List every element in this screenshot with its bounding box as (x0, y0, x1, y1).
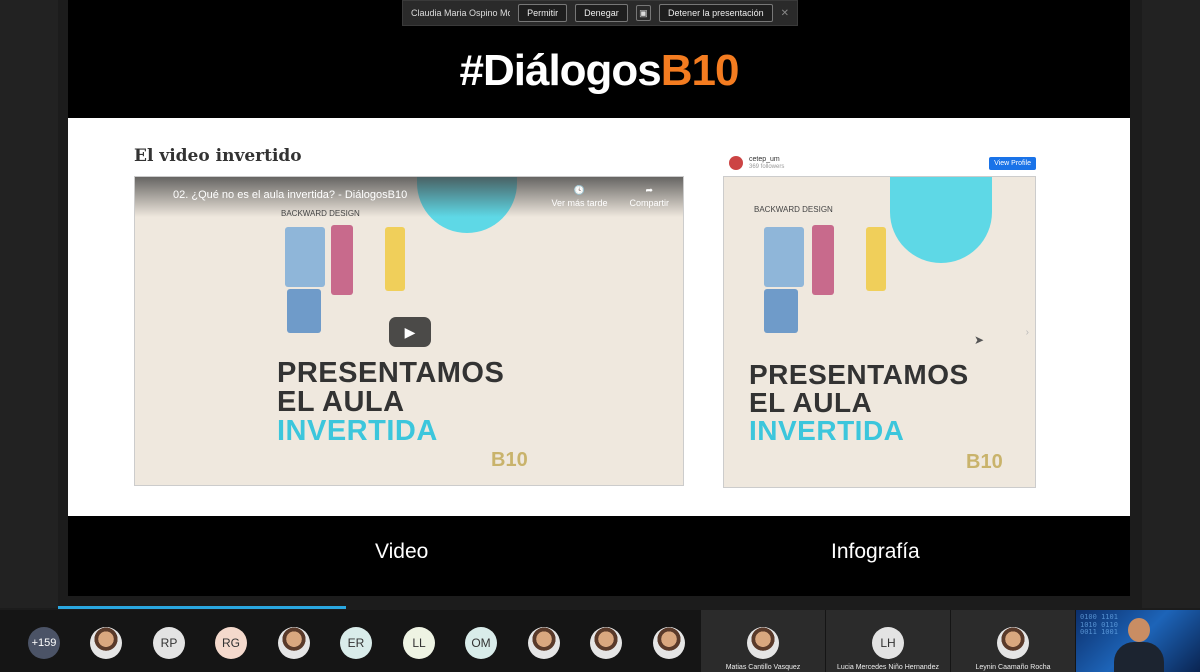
illustration-figure (331, 225, 353, 295)
share-screen-icon[interactable]: ▣ (635, 5, 652, 21)
section-heading: El video invertido (134, 146, 302, 166)
account-followers: 369 followers (749, 163, 785, 170)
share-toolbar: Claudia Maria Ospino Mo... Permitir Dene… (402, 0, 798, 26)
next-arrow-icon[interactable]: › (1026, 327, 1029, 338)
participant-avatar[interactable] (590, 627, 622, 659)
more-participants-badge[interactable]: +159 (28, 627, 60, 659)
infographic-headline: PRESENTAMOS EL AULA INVERTIDA (749, 361, 969, 445)
right-gutter (1142, 0, 1200, 608)
brand-title: #DiálogosB10 (68, 46, 1130, 96)
share-label: Compartir (629, 198, 669, 208)
headline-line-3: INVERTIDA (749, 415, 905, 446)
participant-name: Leynin Caamaño Rocha (975, 664, 1051, 671)
illustration-figure (285, 227, 325, 287)
headline-line-2: EL AULA (277, 386, 405, 418)
participant-avatar[interactable]: RP (153, 627, 185, 659)
participant-tile[interactable]: Matias Cantillo Vasquez (701, 610, 825, 672)
participant-avatar[interactable] (528, 627, 560, 659)
participant-avatar[interactable] (90, 627, 122, 659)
b10-logo: B10 (491, 449, 528, 471)
participant-name: Lucia Mercedes Niño Hernandez (837, 664, 939, 671)
video-player[interactable]: 02. ¿Qué no es el aula invertida? - Diál… (134, 176, 684, 486)
video-actions: 🕓 Ver más tarde ➦ Compartir (551, 185, 669, 208)
watch-later[interactable]: 🕓 Ver más tarde (551, 185, 607, 208)
video-kicker: BACKWARD DESIGN (281, 209, 360, 218)
share-arrow-icon: ➦ (645, 185, 654, 195)
mouse-cursor-icon: ➤ (974, 333, 985, 347)
headline-line-3: INVERTIDA (277, 415, 438, 447)
headline-line-2: EL AULA (749, 387, 873, 418)
participant-name: Matias Cantillo Vasquez (725, 664, 801, 671)
infographic-header: cetep_um 369 followers View Profile (723, 152, 1036, 174)
illustration-figure (287, 289, 321, 333)
play-button[interactable]: ▶ (389, 317, 431, 347)
infographic-kicker: BACKWARD DESIGN (754, 205, 833, 214)
illustration-figure (866, 227, 886, 291)
decor-circle (890, 177, 992, 263)
participant-avatar[interactable]: OM (465, 627, 497, 659)
account-avatar (729, 156, 743, 170)
video-title[interactable]: 02. ¿Qué no es el aula invertida? - Diál… (173, 189, 407, 201)
illustration-figure (764, 289, 798, 333)
brand-title-orange: B10 (660, 46, 740, 95)
caption-infographic: Infografía (831, 540, 920, 563)
camera-person-head (1128, 618, 1150, 642)
content-panel: El video invertido 02. ¿Qué no es el aul… (68, 118, 1130, 516)
share[interactable]: ➦ Compartir (629, 185, 669, 208)
play-icon: ▶ (404, 323, 416, 340)
caption-video: Video (375, 540, 429, 563)
account-info: cetep_um 369 followers (749, 156, 784, 170)
pin-icon[interactable]: ✕ (781, 8, 789, 19)
participant-avatar (747, 627, 779, 659)
meeting-stage: #DiálogosB10 Claudia Maria Ospino Mo... … (0, 0, 1200, 672)
view-profile-button[interactable]: View Profile (989, 156, 1036, 170)
camera-background: 0100 1101 1010 0110 0011 1001 (1080, 613, 1118, 637)
headline-line-1: PRESENTAMOS (277, 357, 505, 389)
participant-avatar[interactable] (278, 627, 310, 659)
account-name: cetep_um (749, 155, 780, 163)
allow-button[interactable]: Permitir (518, 4, 568, 22)
participant-avatar (997, 627, 1029, 659)
infographic-embed[interactable]: BACKWARD DESIGN ➤ › PRESENTAMOS EL AULA … (723, 176, 1036, 488)
headline-line-1: PRESENTAMOS (749, 359, 969, 390)
brand-title-white: #Diálogos (459, 46, 662, 95)
illustration-figure (812, 225, 834, 295)
participant-avatar[interactable]: ER (340, 627, 372, 659)
deny-button[interactable]: Denegar (575, 4, 628, 22)
clock-icon: 🕓 (573, 185, 586, 195)
participant-avatar[interactable] (653, 627, 685, 659)
presenter-name: Claudia Maria Ospino Mo... (411, 8, 511, 18)
video-headline: PRESENTAMOS EL AULA INVERTIDA (277, 359, 504, 446)
illustration-figure (385, 227, 405, 291)
participant-tile[interactable]: Leynin Caamaño Rocha (951, 610, 1075, 672)
participant-avatar[interactable]: LL (403, 627, 435, 659)
participant-avatar: LH (872, 627, 904, 659)
participant-tile[interactable]: LH Lucia Mercedes Niño Hernandez (826, 610, 950, 672)
camera-person-body (1114, 642, 1164, 672)
left-gutter (0, 0, 58, 608)
share-progress-bar (58, 606, 346, 609)
b10-logo: B10 (966, 451, 1003, 473)
watch-later-label: Ver más tarde (551, 198, 608, 208)
self-camera-tile[interactable]: 0100 1101 1010 0110 0011 1001 (1076, 610, 1200, 672)
participant-avatar[interactable]: RG (215, 627, 247, 659)
illustration-figure (764, 227, 804, 287)
stop-presenting-button[interactable]: Detener la presentación (659, 4, 773, 22)
